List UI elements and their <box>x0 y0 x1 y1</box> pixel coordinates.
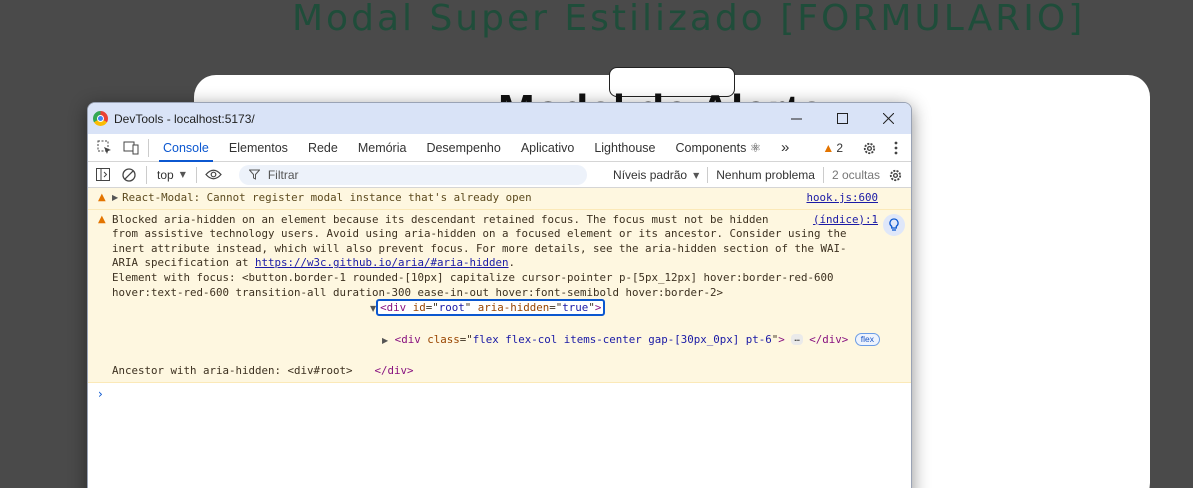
warning-icon: ▲ <box>822 141 835 155</box>
tab-lighthouse[interactable]: Lighthouse <box>584 134 665 162</box>
context-selector[interactable]: top ▼ <box>157 168 186 182</box>
devtools-titlebar[interactable]: DevTools - localhost:5173/ <box>88 103 911 134</box>
console-prompt[interactable]: › <box>88 383 911 405</box>
chevron-down-icon: ▼ <box>179 170 186 179</box>
devtools-tabbar: Console Elementos Rede Memória Desempenh… <box>88 134 911 162</box>
close-icon <box>882 113 894 124</box>
close-button[interactable] <box>865 103 911 134</box>
expand-arrow-icon[interactable]: ▶ <box>112 191 118 205</box>
message-text-end: . <box>508 256 516 270</box>
aria-spec-link[interactable]: https://w3c.github.io/aria/#aria-hidden <box>255 256 509 269</box>
warning-icon: ▲ <box>98 192 106 203</box>
tab-separator <box>148 138 149 157</box>
message-source-link[interactable]: hook.js:600 <box>806 191 878 205</box>
console-toolbar: top ▼ Níveis padrão ▼ Nenhum problema 2 … <box>88 162 911 188</box>
closing-tag: </div> <box>374 364 414 378</box>
device-icon <box>123 141 139 155</box>
minimize-icon <box>790 118 802 120</box>
sidebar-icon <box>96 168 110 181</box>
maximize-icon <box>836 113 848 124</box>
toolbar-right: Níveis padrão ▼ Nenhum problema 2 oculta… <box>613 162 903 188</box>
tab-network[interactable]: Rede <box>298 134 348 162</box>
filter-box[interactable] <box>238 164 587 185</box>
window-controls <box>773 103 911 134</box>
toolbar-separator <box>146 165 147 184</box>
dom-node-child[interactable]: ▶ <div class="flex flex-col items-center… <box>382 332 881 349</box>
tab-components[interactable]: Components ⚛ <box>665 134 771 162</box>
issues-link[interactable]: Nenhum problema <box>716 168 815 182</box>
filter-icon <box>248 169 260 180</box>
log-levels-dropdown[interactable]: Níveis padrão ▼ <box>613 168 699 182</box>
tabbar-right: ▲ 2 <box>822 134 911 162</box>
lightbulb-icon <box>889 217 899 231</box>
kebab-menu-icon <box>894 141 898 155</box>
live-expression-button[interactable] <box>203 164 225 186</box>
hidden-count: 2 ocultas <box>831 168 880 182</box>
sidebar-toggle-button[interactable] <box>92 164 114 186</box>
page-title: Modal Super Estilizado [FORMULARIO] <box>292 0 1086 39</box>
eye-icon <box>205 169 223 180</box>
window-title: DevTools - localhost:5173/ <box>114 111 255 126</box>
toolbar-divider <box>195 166 197 183</box>
log-levels-value: Níveis padrão <box>613 168 688 182</box>
root-node-highlight[interactable]: <div id="root" aria-hidden="true"> <box>376 299 606 317</box>
warnings-counter[interactable]: ▲ 2 <box>822 141 843 155</box>
clear-console-button[interactable] <box>118 164 140 186</box>
gear-icon <box>863 142 875 154</box>
tab-console[interactable]: Console <box>153 134 219 162</box>
ancestor-line: Ancestor with aria-hidden: <div#root> </d… <box>112 363 880 379</box>
expand-arrow-icon[interactable]: ▶ <box>382 336 388 345</box>
tab-memory[interactable]: Memória <box>348 134 417 162</box>
ancestor-label: Ancestor with aria-hidden: <div#root> <box>112 364 353 378</box>
gear-icon[interactable] <box>888 168 903 183</box>
dom-node-root[interactable]: ▼ <div id="root" aria-hidden="true"> <box>370 299 880 317</box>
minimize-button[interactable] <box>773 103 819 134</box>
maximize-button[interactable] <box>819 103 865 134</box>
message-text: React-Modal: Cannot register modal insta… <box>122 191 532 204</box>
flex-badge[interactable]: flex <box>854 333 881 347</box>
inspect-icon <box>97 140 111 154</box>
message-body: Blocked aria-hidden on an element becaus… <box>112 213 911 380</box>
chrome-icon <box>93 111 108 126</box>
clear-icon <box>122 167 136 182</box>
tab-elements[interactable]: Elementos <box>219 134 298 162</box>
inspect-element-button[interactable] <box>93 137 115 159</box>
more-tabs-button[interactable]: » <box>771 134 799 162</box>
filter-input[interactable] <box>267 167 548 182</box>
ellipsis-button[interactable]: … <box>791 334 803 346</box>
chevron-down-icon: ▼ <box>693 170 700 180</box>
warning-icon: ▲ <box>98 213 106 225</box>
tab-application[interactable]: Aplicativo <box>511 134 585 162</box>
context-value: top <box>157 167 174 182</box>
settings-button[interactable] <box>858 137 880 159</box>
more-options-button[interactable] <box>885 137 907 159</box>
tab-performance[interactable]: Desempenho <box>416 134 510 162</box>
toolbar-divider <box>822 167 824 183</box>
console-output: ▲ ▶ React-Modal: Cannot register modal i… <box>88 188 911 405</box>
ai-insights-button[interactable] <box>883 213 905 236</box>
device-toolbar-button[interactable] <box>120 137 142 159</box>
console-message-warning: ▲ ▶ React-Modal: Cannot register modal i… <box>88 188 911 210</box>
devtools-window: DevTools - localhost:5173/ Console Eleme… <box>87 102 912 488</box>
warning-count: 2 <box>836 141 843 155</box>
console-message-warning: ▲ Blocked aria-hidden on an element beca… <box>88 209 911 384</box>
message-source-link[interactable]: (índice):1 <box>813 213 878 227</box>
focus-element-text: Element with focus: <button.border-1 rou… <box>112 270 834 299</box>
toolbar-divider <box>707 167 709 183</box>
